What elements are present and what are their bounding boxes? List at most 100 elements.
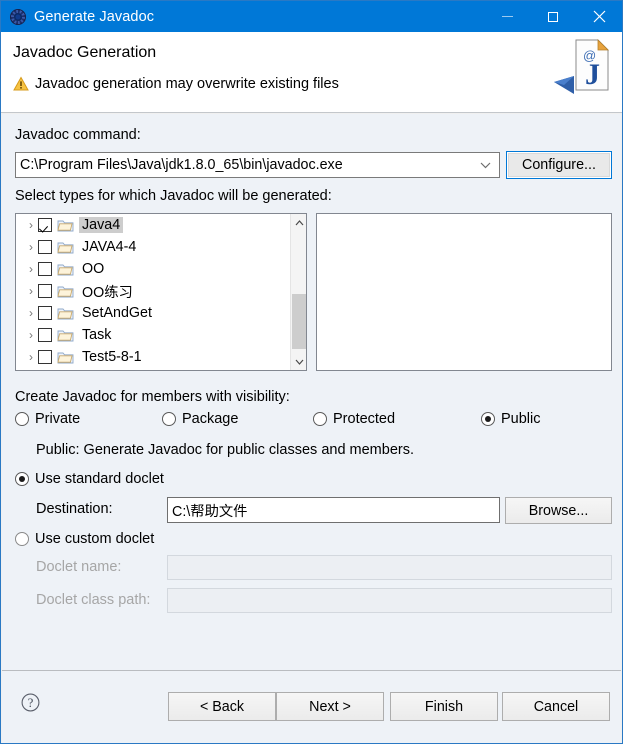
finish-button[interactable]: Finish (390, 692, 498, 721)
select-types-label: Select types for which Javadoc will be g… (15, 188, 332, 204)
list-item-label: Test5-8-1 (82, 349, 142, 365)
radio-label: Package (182, 411, 239, 427)
javadoc-command-label: Javadoc command: (15, 127, 141, 143)
maximize-icon (548, 11, 558, 22)
radio-label: Public (501, 411, 541, 427)
svg-text:J: J (585, 58, 600, 91)
table-row[interactable]: › JAVA4-4 (16, 236, 291, 258)
window-controls (484, 1, 622, 32)
javadoc-command-combo[interactable]: C:\Program Files\Java\jdk1.8.0_65\bin\ja… (15, 152, 500, 178)
folder-icon (57, 220, 74, 232)
visibility-description: Public: Generate Javadoc for public clas… (36, 442, 414, 458)
doclet-name-input (167, 555, 612, 580)
tree-vertical-scrollbar[interactable] (290, 214, 306, 370)
radio-use-custom-doclet[interactable]: Use custom doclet (15, 531, 154, 547)
table-row[interactable]: › Java4 (16, 214, 291, 236)
generate-javadoc-dialog: Generate Javadoc Javadoc Generation Java… (0, 0, 623, 744)
list-item-label: Task (82, 327, 112, 343)
table-row[interactable]: › Test5-8-1 (16, 346, 291, 368)
browse-button[interactable]: Browse... (505, 497, 612, 524)
cancel-button[interactable]: Cancel (502, 692, 610, 721)
svg-text:?: ? (28, 696, 34, 710)
folder-icon (57, 308, 74, 320)
folder-icon (57, 264, 74, 276)
dialog-footer: ? < Back Next > Finish Cancel (2, 670, 621, 743)
doclet-class-path-input (167, 588, 612, 613)
radio-indicator (313, 412, 327, 426)
chevron-down-icon[interactable] (480, 153, 491, 177)
page-title: Javadoc Generation (13, 44, 157, 61)
scroll-down-arrow-icon[interactable] (291, 353, 306, 370)
visibility-radio-group: Private Package Protected Public (2, 411, 621, 433)
radio-indicator (15, 532, 29, 546)
visibility-label: Create Javadoc for members with visibili… (15, 389, 290, 405)
javadoc-command-value: C:\Program Files\Java\jdk1.8.0_65\bin\ja… (20, 157, 343, 173)
dialog-header: Javadoc Generation Javadoc generation ma… (1, 32, 622, 113)
radio-indicator (15, 412, 29, 426)
radio-indicator (15, 472, 29, 486)
radio-indicator (481, 412, 495, 426)
radio-label: Use standard doclet (35, 471, 164, 487)
list-item-label: JAVA4-4 (82, 239, 137, 255)
row-checkbox[interactable] (38, 284, 52, 298)
list-item-label: OO练习 (82, 284, 133, 301)
row-checkbox[interactable] (38, 350, 52, 364)
types-tree[interactable]: › Java4 › JAVA4-4 › OO › OO练习 › SetAndGe… (15, 213, 307, 371)
radio-label: Use custom doclet (35, 531, 155, 547)
radio-public[interactable]: Public (481, 411, 541, 427)
radio-protected[interactable]: Protected (313, 411, 395, 427)
table-row[interactable]: › Task (16, 324, 291, 346)
table-row[interactable]: › OO练习 (16, 280, 291, 302)
list-item-label: SetAndGet (82, 305, 152, 321)
row-checkbox[interactable] (38, 240, 52, 254)
scrollbar-thumb[interactable] (292, 294, 306, 349)
javadoc-page-icon: @ J (554, 39, 609, 94)
maximize-button[interactable] (530, 1, 576, 32)
back-button[interactable]: < Back (168, 692, 276, 721)
destination-value: C:\帮助文件 (172, 503, 248, 520)
radio-use-standard-doclet[interactable]: Use standard doclet (15, 471, 164, 487)
window-title: Generate Javadoc (34, 8, 155, 25)
row-checkbox[interactable] (38, 328, 52, 342)
close-button[interactable] (576, 1, 622, 32)
warning-row: Javadoc generation may overwrite existin… (13, 76, 339, 92)
radio-private[interactable]: Private (15, 411, 80, 427)
row-checkbox[interactable] (38, 262, 52, 276)
chevron-right-icon[interactable]: › (24, 263, 38, 275)
types-tree-rows: › Java4 › JAVA4-4 › OO › OO练习 › SetAndGe… (16, 214, 291, 368)
minimize-icon (501, 16, 513, 17)
help-question-icon[interactable]: ? (21, 693, 40, 712)
row-checkbox[interactable] (38, 218, 52, 232)
destination-label: Destination: (36, 501, 113, 517)
radio-indicator (162, 412, 176, 426)
table-row[interactable]: › SetAndGet (16, 302, 291, 324)
scroll-up-arrow-icon[interactable] (291, 214, 306, 231)
warning-text: Javadoc generation may overwrite existin… (35, 76, 339, 92)
folder-icon (57, 286, 74, 298)
chevron-right-icon[interactable]: › (24, 351, 38, 363)
radio-package[interactable]: Package (162, 411, 238, 427)
configure-button[interactable]: Configure... (506, 151, 612, 179)
table-row[interactable]: › OO (16, 258, 291, 280)
folder-icon (57, 352, 74, 364)
list-item-label: OO (82, 261, 105, 277)
list-item-label: Java4 (79, 217, 124, 233)
close-icon (593, 10, 605, 23)
next-button[interactable]: Next > (276, 692, 384, 721)
radio-label: Protected (333, 411, 396, 427)
chevron-right-icon[interactable]: › (24, 285, 38, 297)
row-checkbox[interactable] (38, 306, 52, 320)
folder-icon (57, 330, 74, 342)
chevron-right-icon[interactable]: › (24, 241, 38, 253)
chevron-right-icon[interactable]: › (24, 329, 38, 341)
chevron-right-icon[interactable]: › (24, 307, 38, 319)
destination-input[interactable]: C:\帮助文件 (167, 497, 500, 523)
title-bar: Generate Javadoc (1, 1, 622, 32)
dialog-body: Javadoc command: C:\Program Files\Java\j… (2, 114, 621, 670)
gear-icon (10, 8, 26, 25)
radio-label: Private (35, 411, 81, 427)
members-list[interactable] (316, 213, 612, 371)
doclet-name-label: Doclet name: (36, 559, 122, 575)
chevron-right-icon[interactable]: › (24, 219, 38, 231)
minimize-button[interactable] (484, 1, 530, 32)
